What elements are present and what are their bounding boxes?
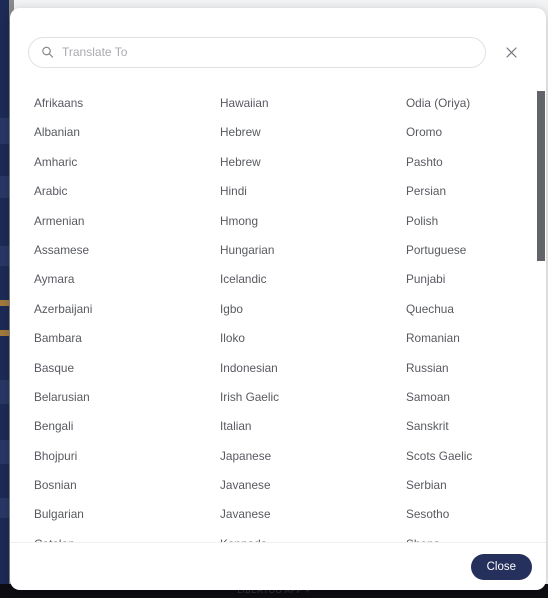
language-item[interactable]: Belarusian xyxy=(34,383,220,412)
language-item[interactable]: Russian xyxy=(406,354,546,383)
language-item[interactable]: Punjabi xyxy=(406,265,546,294)
language-item[interactable]: Basque xyxy=(34,354,220,383)
language-item[interactable]: Romanian xyxy=(406,324,546,353)
language-item[interactable]: Bosnian xyxy=(34,471,220,500)
language-item[interactable]: Samoan xyxy=(406,383,546,412)
language-item[interactable]: Catalan xyxy=(34,530,220,542)
language-item[interactable]: Sanskrit xyxy=(406,412,546,441)
language-grid: Afrikaans Albanian Amharic Arabic Armenian As… xyxy=(10,83,546,542)
language-item[interactable]: Azerbaijani xyxy=(34,295,220,324)
language-item[interactable]: Japanese xyxy=(220,442,406,471)
language-item[interactable]: Hungarian xyxy=(220,236,406,265)
language-item[interactable]: Bambara xyxy=(34,324,220,353)
language-item[interactable]: Hebrew xyxy=(220,148,406,177)
language-item[interactable]: Assamese xyxy=(34,236,220,265)
dialog-header xyxy=(10,8,546,83)
language-item[interactable]: Quechua xyxy=(406,295,546,324)
language-item[interactable]: Igbo xyxy=(220,295,406,324)
language-item[interactable]: Hebrew xyxy=(220,118,406,147)
language-item[interactable]: Armenian xyxy=(34,207,220,236)
language-item[interactable]: Serbian xyxy=(406,471,546,500)
dialog-footer: Close xyxy=(10,542,546,590)
translate-to-dialog: AfrikaansAlbanianAmharicArabicArmenianAs… xyxy=(10,8,546,590)
search-field-wrapper xyxy=(28,36,486,68)
language-item[interactable]: Hmong xyxy=(220,207,406,236)
language-item[interactable]: Bhojpuri xyxy=(34,442,220,471)
language-item[interactable]: Afrikaans xyxy=(34,89,220,118)
language-item[interactable]: Portuguese xyxy=(406,236,546,265)
language-item[interactable]: Irish Gaelic xyxy=(220,383,406,412)
language-item[interactable]: Iloko xyxy=(220,324,406,353)
language-item[interactable]: Javanese xyxy=(220,471,406,500)
language-item[interactable]: Kannada xyxy=(220,530,406,542)
search-input[interactable] xyxy=(28,36,486,68)
language-column-2: Hawaiian Hebrew Hebrew Hindi Hmong Hungarian I… xyxy=(220,89,406,542)
language-item[interactable]: Indonesian xyxy=(220,354,406,383)
language-item[interactable]: Hindi xyxy=(220,177,406,206)
language-item[interactable]: Italian xyxy=(220,412,406,441)
language-item[interactable]: Icelandic xyxy=(220,265,406,294)
language-item[interactable]: Shona xyxy=(406,530,546,542)
language-item[interactable]: Amharic xyxy=(34,148,220,177)
language-column-3: Odia (Oriya) Oromo Pashto Persian Polish Port… xyxy=(406,89,546,542)
language-item[interactable]: Hawaiian xyxy=(220,89,406,118)
language-item[interactable]: Scots Gaelic xyxy=(406,442,546,471)
language-item[interactable]: Polish xyxy=(406,207,546,236)
language-column-1: Afrikaans Albanian Amharic Arabic Armenian As… xyxy=(34,89,220,542)
language-item[interactable]: Odia (Oriya) xyxy=(406,89,546,118)
language-item[interactable]: Pashto xyxy=(406,148,546,177)
language-item[interactable]: Bengali xyxy=(34,412,220,441)
language-item[interactable]: Aymara xyxy=(34,265,220,294)
close-button[interactable]: Close xyxy=(470,553,532,580)
language-item[interactable]: Bulgarian xyxy=(34,500,220,529)
language-item[interactable]: Sesotho xyxy=(406,500,546,529)
language-list-scroll-area[interactable]: Afrikaans Albanian Amharic Arabic Armenian As… xyxy=(10,83,546,542)
app-sidebar xyxy=(0,0,9,598)
language-item[interactable]: Arabic xyxy=(34,177,220,206)
language-item[interactable]: Albanian xyxy=(34,118,220,147)
language-item[interactable]: Javanese xyxy=(220,500,406,529)
language-item[interactable]: Persian xyxy=(406,177,546,206)
page-root: LIBERTOO APP + Af xyxy=(0,0,548,598)
close-icon[interactable] xyxy=(494,35,528,69)
language-item[interactable]: Oromo xyxy=(406,118,546,147)
language-list-scrollbar-thumb[interactable] xyxy=(537,91,545,261)
